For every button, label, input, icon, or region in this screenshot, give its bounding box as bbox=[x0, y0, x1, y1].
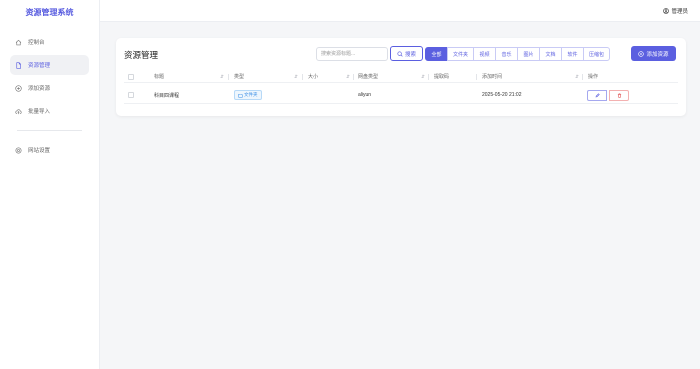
type-filter-group: 全部 文件夹 视频 音乐 图片 文档 软件 压缩包 bbox=[425, 47, 610, 61]
sort-icon[interactable]: ⇵ bbox=[346, 74, 350, 80]
sort-icon[interactable]: ⇵ bbox=[220, 74, 224, 80]
plus-circle-icon bbox=[638, 50, 645, 57]
filter-folder[interactable]: 文件夹 bbox=[447, 47, 474, 61]
sort-icon[interactable]: ⇵ bbox=[575, 74, 579, 80]
type-tag-label: 文件夹 bbox=[244, 92, 258, 97]
column-divider bbox=[353, 74, 354, 80]
sidebar-item-bulk-import[interactable]: 批量导入 bbox=[10, 101, 89, 121]
folder-icon bbox=[238, 93, 243, 97]
settings-icon bbox=[15, 147, 22, 153]
filter-archive[interactable]: 压缩包 bbox=[583, 47, 610, 61]
row-actions bbox=[587, 87, 629, 103]
app-title: 资源管理系统 bbox=[25, 8, 74, 17]
column-divider bbox=[428, 74, 429, 80]
filter-video[interactable]: 视频 bbox=[473, 47, 496, 61]
row-checkbox[interactable] bbox=[128, 87, 134, 103]
table-header: 标题 ⇵ 类型 ⇵ 大小 ⇵ 网盘类型 ⇵ 提取码 添加时间 ⇵ 操作 bbox=[124, 71, 678, 83]
column-actions: 操作 bbox=[588, 74, 599, 80]
cloud-upload-icon bbox=[15, 108, 22, 114]
filter-image[interactable]: 图片 bbox=[517, 47, 540, 61]
edit-icon bbox=[595, 92, 600, 97]
search-button[interactable]: 搜索 bbox=[390, 46, 423, 61]
search-input[interactable]: 搜索资源标题... bbox=[316, 47, 388, 61]
row-added-time: 2025-05-20 21:02 bbox=[482, 92, 522, 98]
row-pan-type: aliyun bbox=[358, 92, 372, 98]
user-menu[interactable]: 管理员 bbox=[663, 7, 688, 15]
column-divider bbox=[476, 74, 477, 80]
column-size[interactable]: 大小 bbox=[308, 71, 318, 82]
sidebar-divider bbox=[17, 130, 82, 131]
user-name: 管理员 bbox=[671, 9, 688, 15]
sort-icon[interactable]: ⇵ bbox=[294, 74, 298, 80]
filter-all[interactable]: 全部 bbox=[425, 47, 448, 61]
table-row: 科目四课程 文件夹 aliyun 2025-05-20 21:02 bbox=[124, 87, 678, 104]
user-icon bbox=[663, 8, 670, 14]
trash-icon bbox=[617, 93, 621, 98]
edit-button[interactable] bbox=[587, 89, 607, 101]
top-bar: 管理员 bbox=[100, 0, 700, 22]
sort-icon[interactable]: ⇵ bbox=[421, 74, 425, 80]
row-title: 科目四课程 bbox=[154, 92, 180, 99]
sidebar-item-label: 资源管理 bbox=[28, 63, 51, 69]
filter-music[interactable]: 音乐 bbox=[495, 47, 518, 61]
sidebar-item-add-resource[interactable]: 添加资源 bbox=[10, 78, 89, 98]
delete-button[interactable] bbox=[609, 89, 629, 101]
sidebar: 资源管理系统 控制台 资源管理 添加资源 批量导入 网站设置 bbox=[0, 0, 100, 369]
select-all-checkbox[interactable] bbox=[128, 71, 134, 82]
column-divider bbox=[228, 74, 229, 80]
column-divider bbox=[582, 74, 583, 80]
plus-circle-icon bbox=[15, 84, 22, 92]
column-divider bbox=[302, 74, 303, 80]
sidebar-nav: 控制台 资源管理 添加资源 批量导入 网站设置 bbox=[0, 26, 99, 160]
resource-card: 资源管理 搜索资源标题... 搜索 全部 文件夹 视频 音乐 图片 文档 软件 … bbox=[116, 38, 686, 116]
file-icon bbox=[16, 61, 21, 69]
sidebar-item-label: 批量导入 bbox=[28, 109, 51, 115]
home-icon bbox=[15, 39, 22, 45]
search-icon bbox=[397, 50, 403, 57]
column-added-time[interactable]: 添加时间 bbox=[482, 71, 502, 82]
add-resource-label: 添加资源 bbox=[646, 51, 669, 58]
sidebar-item-label: 添加资源 bbox=[28, 86, 51, 92]
column-code[interactable]: 提取码 bbox=[434, 71, 449, 82]
row-type: 文件夹 bbox=[234, 87, 262, 103]
sidebar-item-dashboard[interactable]: 控制台 bbox=[10, 32, 89, 52]
column-type[interactable]: 类型 bbox=[234, 71, 244, 82]
sidebar-item-label: 网站设置 bbox=[28, 148, 51, 154]
column-title[interactable]: 标题 bbox=[154, 71, 164, 82]
sidebar-item-label: 控制台 bbox=[28, 40, 45, 46]
column-pan-type[interactable]: 网盘类型 bbox=[358, 71, 378, 82]
sidebar-item-resources[interactable]: 资源管理 bbox=[10, 55, 89, 75]
filter-software[interactable]: 软件 bbox=[561, 47, 584, 61]
search-button-label: 搜索 bbox=[404, 51, 416, 58]
add-resource-button[interactable]: 添加资源 bbox=[631, 46, 676, 61]
filter-document[interactable]: 文档 bbox=[539, 47, 562, 61]
page-title: 资源管理 bbox=[124, 50, 159, 60]
type-tag: 文件夹 bbox=[234, 90, 262, 100]
sidebar-item-site-settings[interactable]: 网站设置 bbox=[10, 140, 89, 160]
